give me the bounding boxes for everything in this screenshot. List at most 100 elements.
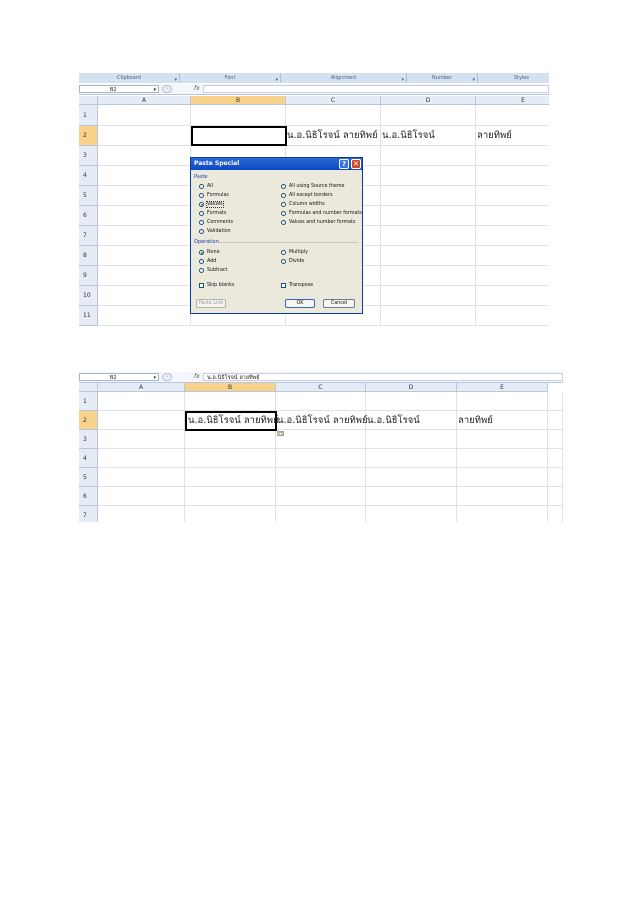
radio-operation-none[interactable]: None [199,250,220,255]
radio-paste-all-source-theme[interactable]: All using Source theme [281,184,344,189]
grid-cell[interactable] [366,430,457,449]
grid-cell[interactable] [381,266,476,286]
cell-b2-active[interactable]: น.อ.นิธิโรจน์ ลายทิพย์ [185,411,279,431]
grid-cell[interactable] [276,430,366,449]
row-header[interactable]: 2 [79,411,98,430]
name-box[interactable]: B2 ▾ [79,373,159,381]
column-header-c[interactable]: C [276,383,366,392]
help-icon[interactable]: ? [339,159,349,169]
grid-cell[interactable] [98,392,185,411]
row-header[interactable]: 5 [79,186,98,206]
formula-input[interactable] [203,85,549,93]
grid-cell[interactable] [381,105,476,126]
radio-paste-comments[interactable]: Comments [199,220,233,225]
cancel-button[interactable]: Cancel [323,299,355,308]
grid-cell[interactable] [185,487,276,506]
grid-cell[interactable] [476,226,549,246]
column-header-d[interactable]: D [381,96,476,105]
cell-c2[interactable]: น.อ.นิธิโรจน์ ลายทิพย์ [276,411,368,430]
grid-cell[interactable] [98,105,191,126]
grid-cell[interactable] [185,430,276,449]
grid-cell[interactable] [548,487,563,506]
row-header[interactable]: 1 [79,105,98,126]
grid-cell[interactable] [98,226,191,246]
grid-cell[interactable] [381,286,476,306]
row-header[interactable]: 6 [79,487,98,506]
insert-function-icon[interactable]: fx [194,373,200,381]
grid-cell[interactable] [98,126,191,146]
grid-cell[interactable] [98,506,185,522]
grid-cell[interactable] [366,506,457,522]
column-header-a[interactable]: A [98,96,191,105]
cell-e2[interactable]: ลายทิพย์ [457,411,548,430]
grid-cell[interactable] [98,411,185,430]
name-box[interactable]: B2 ▾ [79,85,159,93]
cell-e2[interactable]: ลายทิพย์ [476,126,549,146]
paste-options-icon[interactable] [277,431,284,436]
row-header[interactable]: 11 [79,306,98,326]
grid-cell[interactable] [366,487,457,506]
grid-cell[interactable] [98,430,185,449]
expand-icon[interactable]: ◦ [162,85,172,93]
grid-cell[interactable] [366,449,457,468]
grid-cell[interactable] [185,392,276,411]
radio-operation-divide[interactable]: Divide [281,259,304,264]
cell-d2[interactable]: น.อ.นิธิโรจน์ [381,126,476,146]
grid-cell[interactable] [276,468,366,487]
grid-cell[interactable] [98,266,191,286]
row-header[interactable]: 9 [79,266,98,286]
grid-cell[interactable] [381,186,476,206]
chevron-down-icon[interactable]: ▾ [153,86,156,94]
grid-cell[interactable] [476,166,549,186]
grid-cell[interactable] [98,468,185,487]
row-header[interactable]: 3 [79,430,98,449]
grid-cell[interactable] [476,306,549,326]
row-header[interactable]: 4 [79,449,98,468]
row-header[interactable]: 5 [79,468,98,487]
column-header-d[interactable]: D [366,383,457,392]
column-header-a[interactable]: A [98,383,185,392]
radio-paste-values[interactable]: Values [199,201,224,208]
grid-cell[interactable] [476,186,549,206]
grid-cell[interactable] [185,506,276,522]
row-header[interactable]: 6 [79,206,98,226]
row-header[interactable]: 8 [79,246,98,266]
row-header[interactable]: 7 [79,506,98,522]
radio-operation-subtract[interactable]: Subtract [199,268,227,273]
radio-operation-add[interactable]: Add [199,259,216,264]
grid-cell[interactable] [98,286,191,306]
radio-paste-values-number-formats[interactable]: Values and number formats [281,220,356,225]
grid-cell[interactable] [98,449,185,468]
grid-cell[interactable] [476,105,549,126]
radio-paste-all[interactable]: All [199,184,213,189]
grid-cell[interactable] [457,430,548,449]
grid-cell[interactable] [98,487,185,506]
grid-cell[interactable] [548,430,563,449]
cell-b2-active[interactable] [191,126,287,146]
column-header-b[interactable]: B [185,383,276,392]
grid-cell[interactable] [185,468,276,487]
grid-cell[interactable] [98,246,191,266]
grid-cell[interactable] [381,306,476,326]
grid-cell[interactable] [381,146,476,166]
column-header-b[interactable]: B [191,96,286,105]
grid-cell[interactable] [548,468,563,487]
chevron-down-icon[interactable]: ▾ [153,374,156,382]
grid-cell[interactable] [476,266,549,286]
grid-cell[interactable] [457,449,548,468]
grid-cell[interactable] [476,286,549,306]
column-header-e[interactable]: E [476,96,549,105]
grid-cell[interactable] [381,226,476,246]
column-header-e[interactable]: E [457,383,548,392]
row-header[interactable]: 3 [79,146,98,166]
grid-cell[interactable] [476,246,549,266]
grid-cell[interactable] [548,392,563,411]
grid-cell[interactable] [276,506,366,522]
grid-cell[interactable] [457,506,548,522]
paste-link-button[interactable]: Paste Link [196,299,226,308]
grid-cell[interactable] [381,246,476,266]
grid-cell[interactable] [476,146,549,166]
ok-button[interactable]: OK [285,299,315,308]
close-icon[interactable]: ✕ [351,159,361,169]
formula-input[interactable]: น.อ.นิธิโรจน์ ลายทิพย์ [203,373,563,381]
